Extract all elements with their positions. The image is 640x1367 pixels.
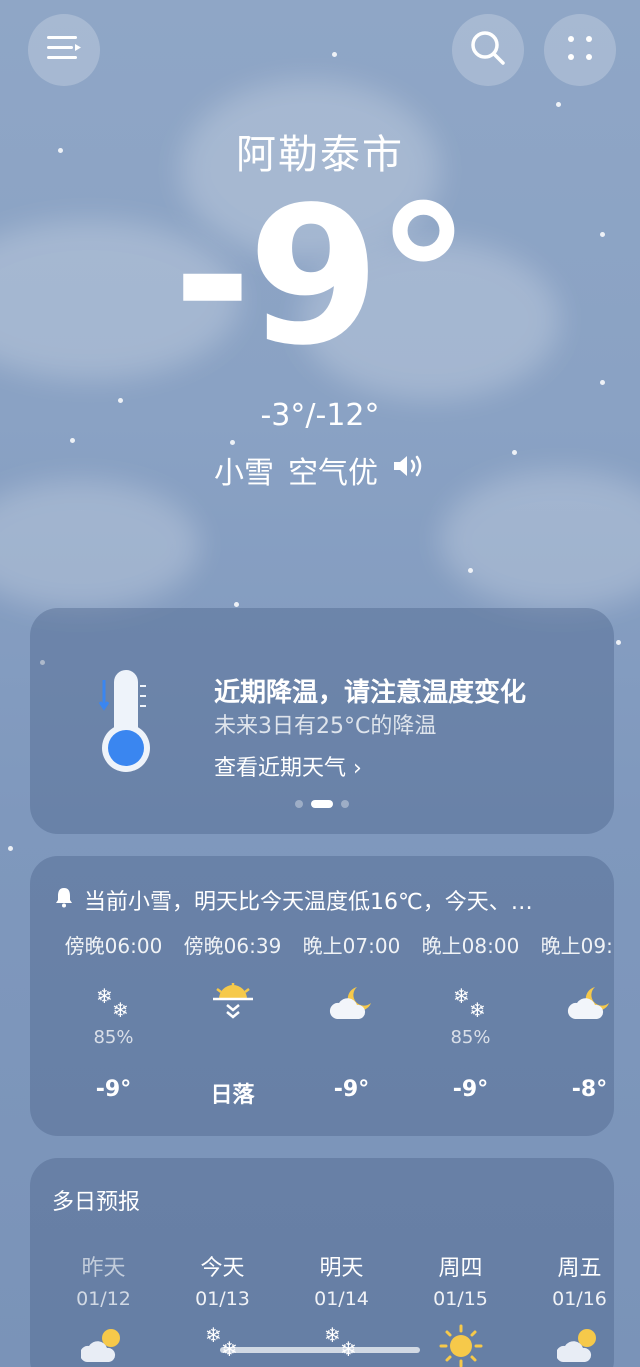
daily-forecast-title: 多日预报 [52, 1190, 141, 1215]
home-indicator[interactable] [220, 1347, 420, 1353]
view-recent-weather-link[interactable]: 查看近期天气 › [214, 750, 362, 782]
day-date: 01/14 [314, 1288, 369, 1310]
hour-precip: 85% [450, 1027, 491, 1048]
hour-time: 晚上08:00 [421, 934, 520, 958]
day-date: 01/13 [195, 1288, 250, 1310]
hour-precip: 85% [93, 1027, 134, 1048]
search-button[interactable] [452, 14, 524, 86]
day-date: 01/12 [76, 1288, 131, 1310]
snow-icon: ❄ ❄ [411, 979, 530, 1027]
day-date: 01/16 [552, 1288, 607, 1310]
sunset-icon [173, 979, 292, 1027]
svg-text:❄: ❄ [96, 985, 113, 1008]
temperature-alert-card[interactable]: 近期降温，请注意温度变化 未来3日有25°C的降温 查看近期天气 › [30, 608, 614, 834]
hour-item: 傍晚06:00 ❄ ❄ 85% -9° [54, 930, 173, 1109]
page-dot [295, 800, 303, 808]
daily-forecast-card[interactable]: 多日预报 昨天 01/12 今天 01/13 ❄ ❄ 明天 [30, 1158, 614, 1367]
day-name: 周五 [557, 1256, 602, 1281]
snow-icon: ❄ ❄ [163, 1324, 282, 1367]
svg-text:❄: ❄ [324, 1324, 341, 1347]
day-item[interactable]: 昨天 01/12 [44, 1250, 163, 1367]
snow-icon: ❄ ❄ [282, 1324, 401, 1367]
menu-button[interactable] [28, 14, 100, 86]
hour-time: 晚上07:00 [302, 934, 401, 958]
hour-temp: -8° [571, 1077, 608, 1102]
menu-list-icon [45, 34, 83, 66]
hour-time: 傍晚06:39 [183, 934, 282, 958]
svg-text:❄: ❄ [469, 998, 486, 1021]
condition-row: 小雪 空气优 [0, 448, 640, 492]
day-name: 周四 [438, 1256, 483, 1281]
hour-temp: -9° [333, 1077, 370, 1102]
hour-item: 晚上07:00 -9° [292, 930, 411, 1109]
alert-subtitle: 未来3日有25°C的降温 [214, 714, 437, 739]
hour-item: 晚上08:00 ❄ ❄ 85% -9° [411, 930, 530, 1109]
day-date: 01/15 [433, 1288, 488, 1310]
cloudy-night-icon [530, 979, 614, 1027]
hour-time: 晚上09:00 [540, 934, 614, 958]
day-item[interactable]: 周五 01/16 [520, 1250, 614, 1367]
current-temperature: -9° [172, 166, 471, 387]
sun-icon [401, 1324, 520, 1367]
temperature-range: -3°/-12° [260, 398, 380, 433]
hour-time: 傍晚06:00 [64, 934, 163, 958]
page-dot-active [311, 800, 333, 808]
air-quality: 空气优 [288, 456, 378, 491]
hour-item: 傍晚06:39 日落 [173, 930, 292, 1109]
page-dot [341, 800, 349, 808]
hour-temp: -9° [95, 1077, 132, 1102]
hour-precip [530, 1027, 614, 1049]
weather-condition: 小雪 [214, 456, 274, 491]
day-name: 今天 [200, 1256, 245, 1281]
page-indicator [30, 800, 614, 808]
svg-text:❄: ❄ [453, 985, 470, 1008]
svg-text:❄: ❄ [112, 998, 129, 1021]
hour-precip [173, 1027, 292, 1049]
snow-icon: ❄ ❄ [54, 979, 173, 1027]
notice-text: 当前小雪，明天比今天温度低16℃，今天、… [84, 890, 533, 915]
grid-dots-icon [565, 33, 595, 67]
svg-text:❄: ❄ [205, 1324, 222, 1347]
hour-item: 晚上09:00 -8° [530, 930, 614, 1109]
cloudy-night-icon [292, 979, 411, 1027]
hour-temp: -9° [452, 1077, 489, 1102]
day-name: 明天 [319, 1256, 364, 1281]
search-icon [469, 29, 507, 71]
day-name: 昨天 [81, 1256, 126, 1281]
more-button[interactable] [544, 14, 616, 86]
hourly-list[interactable]: 傍晚06:00 ❄ ❄ 85% -9° 傍晚06:39 日落 晚上07:00 -… [54, 930, 614, 1109]
hour-temp: 日落 [210, 1083, 255, 1108]
alert-title: 近期降温，请注意温度变化 [214, 678, 527, 708]
cloudy-day-icon [44, 1324, 163, 1367]
speaker-icon[interactable] [392, 452, 426, 488]
hour-precip [292, 1027, 411, 1049]
weather-notice[interactable]: 当前小雪，明天比今天温度低16℃，今天、… [54, 884, 594, 916]
thermometer-icon [96, 666, 156, 780]
cloudy-day-icon [520, 1324, 614, 1367]
bell-icon [54, 886, 74, 914]
hourly-forecast-card[interactable]: 当前小雪，明天比今天温度低16℃，今天、… 傍晚06:00 ❄ ❄ 85% -9… [30, 856, 614, 1136]
